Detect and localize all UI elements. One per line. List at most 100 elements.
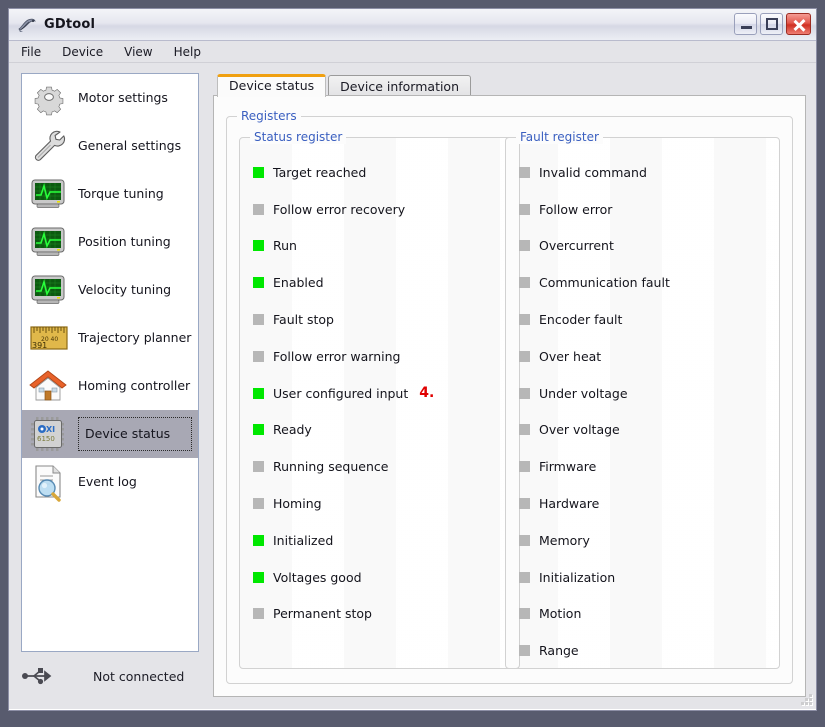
status-row-running-sequence[interactable]: Running sequence [253, 448, 519, 485]
fault-row-label: Overcurrent [539, 238, 614, 254]
status-row-label: Target reached [273, 164, 367, 180]
status-led-icon [253, 277, 264, 289]
tab-device-status[interactable]: Device status [217, 74, 327, 97]
status-row-label: Run [273, 238, 297, 254]
status-led-icon [253, 387, 264, 399]
sidebar-item-label: Torque tuning [78, 185, 164, 201]
fault-row-label: Communication fault [539, 275, 670, 291]
fault-led-icon [519, 571, 530, 583]
sidebar-item-label: Trajectory planner [78, 329, 192, 345]
status-row-initialized[interactable]: Initialized [253, 522, 519, 559]
status-row-label: Voltages good [273, 569, 362, 585]
title-bar[interactable]: GDtool [9, 9, 816, 41]
fault-row-hardware[interactable]: Hardware [519, 485, 779, 522]
maximize-icon [766, 18, 778, 30]
fault-row-over-heat[interactable]: Over heat [519, 338, 779, 375]
fault-led-icon [519, 387, 530, 399]
sidebar-item-torque-tuning[interactable]: Torque tuning [22, 170, 198, 218]
usb-icon [21, 665, 55, 687]
status-row-follow-error-warning[interactable]: Follow error warning [253, 338, 519, 375]
status-led-icon [253, 608, 264, 620]
status-led-icon [253, 314, 264, 326]
chip-icon: XI 6150 [28, 414, 70, 454]
registers-group-title: Registers [237, 109, 301, 123]
fault-led-icon [519, 534, 530, 546]
fault-row-under-voltage[interactable]: Under voltage [519, 375, 779, 412]
menu-item-help[interactable]: Help [174, 43, 212, 61]
status-row-follow-error-recovery[interactable]: Follow error recovery [253, 191, 519, 228]
status-row-voltages-good[interactable]: Voltages good [253, 559, 519, 596]
connection-status: Not connected [21, 665, 211, 687]
status-register-title: Status register [250, 130, 347, 144]
fault-led-icon [519, 350, 530, 362]
fault-row-label: Over heat [539, 348, 602, 364]
status-row-run[interactable]: Run [253, 228, 519, 265]
sidebar-item-motor-settings[interactable]: Motor settings [22, 74, 198, 122]
status-row-enabled[interactable]: Enabled [253, 264, 519, 301]
sidebar-item-label: Event log [78, 473, 137, 489]
status-row-label: Enabled [273, 275, 324, 291]
fault-row-follow-error[interactable]: Follow error [519, 191, 779, 228]
tab-device-information[interactable]: Device information [328, 75, 472, 97]
fault-led-icon [519, 240, 530, 252]
fault-row-encoder-fault[interactable]: Encoder fault [519, 301, 779, 338]
menu-item-file[interactable]: File [21, 43, 52, 61]
fault-led-icon [519, 166, 530, 178]
fault-row-invalid-command[interactable]: Invalid command [519, 154, 779, 191]
fault-row-initialization[interactable]: Initialization [519, 559, 779, 596]
fault-row-memory[interactable]: Memory [519, 522, 779, 559]
sidebar-item-velocity-tuning[interactable]: Velocity tuning [22, 266, 198, 314]
status-row-ready[interactable]: Ready [253, 412, 519, 449]
tab-label: Device information [340, 79, 460, 94]
sidebar-item-general-settings[interactable]: General settings [22, 122, 198, 170]
sidebar-item-trajectory-planner[interactable]: 20 40 391 Trajectory planner [22, 314, 198, 362]
fault-row-label: Invalid command [539, 164, 647, 180]
fault-row-overcurrent[interactable]: Overcurrent [519, 228, 779, 265]
wrench-icon [28, 126, 70, 166]
maximize-button[interactable] [760, 13, 783, 35]
status-row-permanent-stop[interactable]: Permanent stop [253, 596, 519, 633]
sidebar-item-event-log[interactable]: Event log [22, 458, 198, 506]
fault-row-label: Hardware [539, 496, 600, 512]
sidebar-item-position-tuning[interactable]: Position tuning [22, 218, 198, 266]
status-row-homing[interactable]: Homing [253, 485, 519, 522]
main-tab-area: Device status Device information Registe… [213, 73, 806, 697]
menu-item-view[interactable]: View [124, 43, 163, 61]
status-register-group: Status register Target reached Follow er… [239, 130, 520, 669]
fault-row-range[interactable]: Range [519, 632, 779, 669]
close-icon [793, 18, 806, 32]
minimize-button[interactable] [734, 13, 757, 35]
sidebar-item-label: General settings [78, 137, 182, 153]
status-row-label: Running sequence [273, 459, 389, 475]
monitor-icon [28, 270, 70, 310]
status-row-user-configured-input[interactable]: User configured input 4. [253, 375, 519, 412]
sidebar-item-label: Position tuning [78, 233, 171, 249]
fault-row-label: Initialization [539, 569, 616, 585]
status-led-icon [253, 166, 264, 178]
sidebar-item-device-status[interactable]: XI 6150 Device status [22, 410, 198, 458]
window-title: GDtool [44, 17, 96, 32]
fault-register-title: Fault register [516, 130, 603, 144]
sidebar-item-selection-focus: Device status [78, 416, 192, 452]
status-led-icon [253, 534, 264, 546]
status-row-fault-stop[interactable]: Fault stop [253, 301, 519, 338]
status-row-target-reached[interactable]: Target reached [253, 154, 519, 191]
sidebar-item-homing-controller[interactable]: Homing controller [22, 362, 198, 410]
fault-register-group: Fault register Invalid command Follow er… [505, 130, 780, 669]
fault-led-icon [519, 203, 530, 215]
status-register-list: Target reached Follow error recovery Run [240, 154, 519, 662]
status-led-icon [253, 498, 264, 510]
screen: GDtool File Device View Help Motor setti… [0, 0, 825, 727]
sidebar-item-label: Device status [85, 425, 171, 441]
menu-item-device[interactable]: Device [62, 43, 114, 61]
navigation-sidebar: Motor settings General settings Torque t… [21, 73, 199, 652]
resize-grip[interactable] [799, 692, 812, 705]
fault-row-over-voltage[interactable]: Over voltage [519, 412, 779, 449]
status-row-label: Ready [273, 422, 312, 438]
fault-row-firmware[interactable]: Firmware [519, 448, 779, 485]
fault-row-communication-fault[interactable]: Communication fault [519, 264, 779, 301]
close-button[interactable] [786, 13, 811, 35]
fault-led-icon [519, 498, 530, 510]
window-controls [734, 13, 811, 35]
fault-row-motion[interactable]: Motion [519, 596, 779, 633]
